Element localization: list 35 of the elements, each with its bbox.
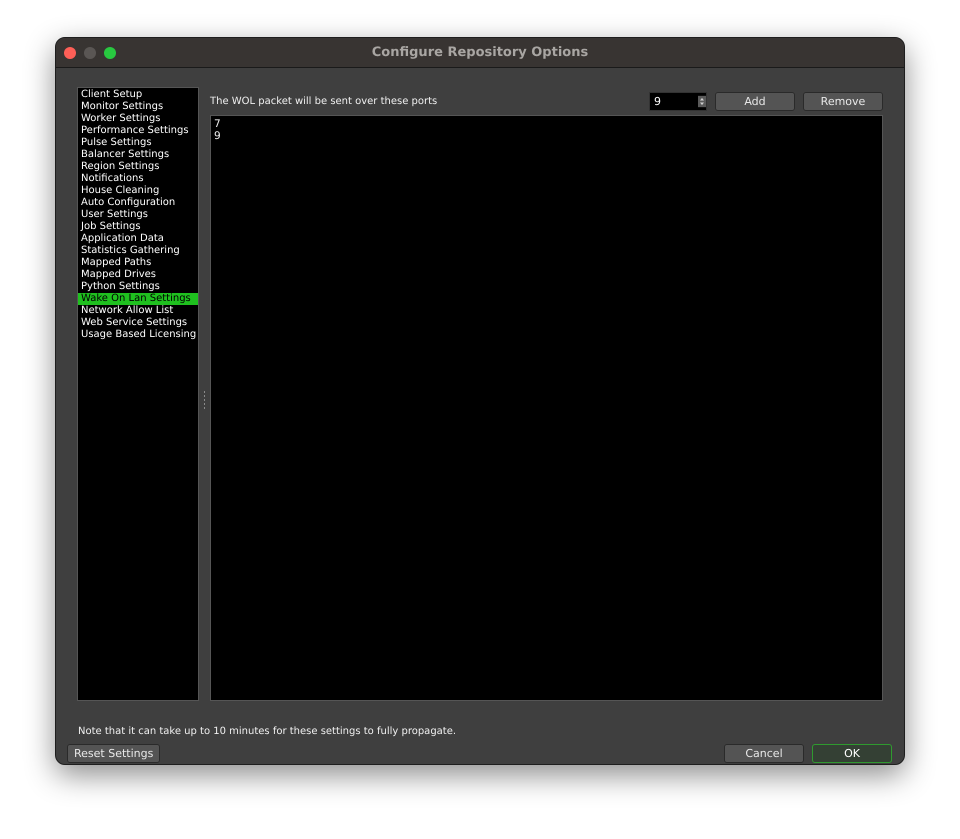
port-spinner[interactable]: 9 — [649, 92, 707, 110]
close-button[interactable] — [64, 46, 76, 58]
sidebar-item[interactable]: Job Settings — [78, 221, 198, 233]
port-item[interactable]: 7 — [214, 118, 221, 130]
window-title: Configure Repository Options — [372, 45, 588, 60]
sidebar-item[interactable]: Web Service Settings — [78, 317, 198, 329]
sidebar-item[interactable]: Mapped Drives — [78, 269, 198, 281]
sidebar-item[interactable]: Auto Configuration — [78, 197, 198, 209]
sidebar-item[interactable]: Usage Based Licensing — [78, 329, 198, 341]
port-item[interactable]: 9 — [214, 130, 221, 142]
sidebar-item[interactable]: Notifications — [78, 173, 198, 185]
remove-button[interactable]: Remove — [803, 92, 883, 110]
sidebar-item[interactable]: Pulse Settings — [78, 137, 198, 149]
sidebar-item[interactable]: House Cleaning — [78, 185, 198, 197]
zoom-button[interactable] — [104, 46, 116, 58]
sidebar-item[interactable]: Performance Settings — [78, 125, 198, 137]
sidebar-item[interactable]: Client Setup — [78, 89, 198, 101]
sidebar-item[interactable]: Region Settings — [78, 161, 198, 173]
sidebar-item[interactable]: User Settings — [78, 209, 198, 221]
sidebar-item[interactable]: Network Allow List — [78, 305, 198, 317]
sidebar-item[interactable]: Python Settings — [78, 281, 198, 293]
description-text: The WOL packet will be sent over these ports — [210, 96, 438, 106]
sidebar-item[interactable]: Mapped Paths — [78, 257, 198, 269]
sidebar-item[interactable]: Worker Settings — [78, 113, 198, 125]
sidebar-item[interactable]: Monitor Settings — [78, 101, 198, 113]
add-button[interactable]: Add — [715, 92, 795, 110]
ok-button[interactable]: OK — [812, 744, 892, 762]
sidebar-item[interactable]: Application Data — [78, 233, 198, 245]
sidebar-item[interactable]: Statistics Gathering — [78, 245, 198, 257]
reset-settings-button[interactable]: Reset Settings — [67, 744, 160, 762]
cancel-button[interactable]: Cancel — [724, 744, 804, 762]
ports-list[interactable]: 7 9 — [210, 115, 883, 701]
note-text: Note that it can take up to 10 minutes for these settings to fully propagate. — [78, 726, 456, 737]
sidebar-item[interactable]: Balancer Settings — [78, 149, 198, 161]
sidebar-item[interactable]: Wake On Lan Settings — [78, 293, 198, 305]
